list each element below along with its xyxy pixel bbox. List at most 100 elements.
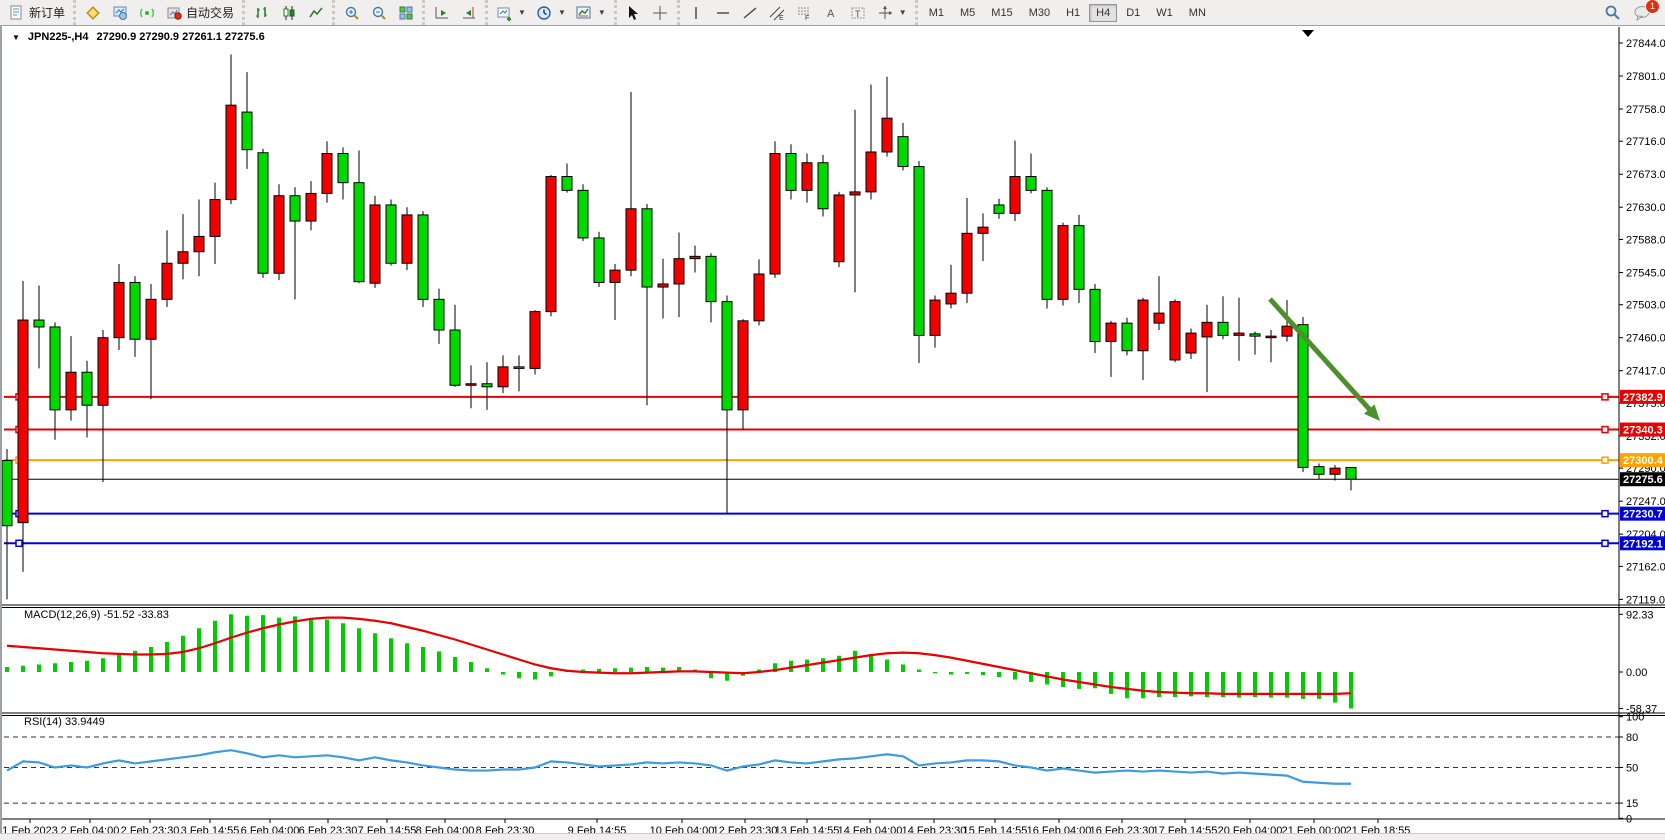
macd-bar: [85, 661, 89, 672]
price-tick: 27417.0: [1626, 366, 1665, 378]
arrows-button[interactable]: ▼: [872, 2, 912, 24]
tf-m30-button[interactable]: M30: [1022, 4, 1057, 22]
macd-bar: [261, 615, 265, 672]
cursor-arrow-icon: [625, 5, 642, 21]
macd-bar: [1077, 672, 1081, 689]
vertical-line-button[interactable]: [683, 2, 710, 24]
candle-body-bull: [546, 177, 556, 312]
candle-body-bull: [1330, 468, 1340, 474]
tile-windows-icon: [397, 5, 414, 21]
candle-body-bull: [1106, 323, 1116, 341]
auto-scroll-icon: [433, 5, 450, 21]
chart-shift-button[interactable]: [455, 2, 482, 24]
chart-expand-icon[interactable]: ▼: [12, 33, 20, 42]
tf-m1-button[interactable]: M1: [922, 4, 951, 22]
chat-button[interactable]: 1: [1628, 2, 1655, 24]
zoom-in-button[interactable]: [338, 2, 365, 24]
tf-h4-button[interactable]: H4: [1089, 4, 1117, 22]
hline-anchor: [1602, 427, 1608, 433]
candlestick-chart-button[interactable]: [275, 2, 302, 24]
tf-mn-button[interactable]: MN: [1182, 4, 1213, 22]
macd-bar: [629, 668, 633, 672]
text-icon: A: [823, 5, 840, 21]
new-order-button[interactable]: 新订单: [3, 1, 70, 24]
candle-body-bear: [722, 302, 732, 410]
chart-canvas[interactable]: 27844.027801.027758.027716.027673.027630…: [2, 26, 1665, 840]
tile-windows-button[interactable]: [392, 2, 419, 24]
signal-waves-icon: [138, 5, 155, 21]
candle-body-bear: [418, 215, 428, 299]
market-watch-button[interactable]: [106, 2, 133, 24]
candle-body-bear: [82, 372, 92, 405]
candle-body-bear: [1090, 289, 1100, 341]
trendline-button[interactable]: [737, 2, 764, 24]
text-label-button[interactable]: T: [845, 2, 872, 24]
rsi-label: RSI(14) 33.9449: [24, 716, 105, 728]
tf-w1-button[interactable]: W1: [1149, 4, 1180, 22]
price-tick: 27503.0: [1626, 300, 1665, 312]
macd-bar: [53, 663, 57, 672]
price-tick: 27844.0: [1626, 38, 1665, 50]
line-chart-button[interactable]: [302, 2, 329, 24]
candle-body-bear: [578, 190, 588, 238]
price-tick: 27460.0: [1626, 333, 1665, 345]
macd-bar: [197, 628, 201, 672]
candle-body-bull: [962, 233, 972, 293]
candle-body-bull: [1138, 300, 1148, 351]
period-button[interactable]: ▼: [531, 2, 571, 24]
macd-bar: [981, 672, 985, 675]
candle-body-bull: [1266, 336, 1276, 338]
auto-scroll-button[interactable]: [428, 2, 455, 24]
gold-diamond-icon: [84, 5, 101, 21]
mt4-window: 新订单 自动交易: [0, 0, 1665, 840]
zoom-in-icon: [343, 5, 360, 21]
new-chart-button[interactable]: ▼: [491, 2, 531, 24]
auto-trading-label: 自动交易: [186, 4, 234, 21]
bar-chart-button[interactable]: [248, 2, 275, 24]
metaeditor-button[interactable]: [79, 2, 106, 24]
macd-bar: [837, 656, 841, 672]
price-tick: 27162.0: [1626, 561, 1665, 573]
chevron-down-icon: ▼: [598, 8, 606, 17]
candle-body-bull: [866, 152, 876, 192]
price-tick: 27247.0: [1626, 496, 1665, 508]
equidistant-channel-button[interactable]: E: [764, 2, 791, 24]
tf-m5-button[interactable]: M5: [953, 4, 982, 22]
tf-d1-button[interactable]: D1: [1119, 4, 1147, 22]
horizontal-line-button[interactable]: [710, 2, 737, 24]
rsi-tick: 0: [1626, 813, 1632, 825]
macd-bar: [501, 672, 505, 675]
chart-ohlc-values: 27290.9 27290.9 27261.1 27275.6: [96, 31, 264, 43]
macd-tick: 92.33: [1626, 609, 1654, 621]
hline-anchor: [16, 540, 22, 546]
macd-bar: [965, 672, 969, 674]
signals-button[interactable]: [133, 2, 160, 24]
macd-bar: [869, 655, 873, 673]
rsi-tick: 100: [1626, 712, 1644, 724]
tf-h1-button[interactable]: H1: [1059, 4, 1087, 22]
macd-bar: [245, 616, 249, 672]
template-button[interactable]: ▼: [571, 2, 611, 24]
text-button[interactable]: A: [818, 2, 845, 24]
search-button[interactable]: [1599, 2, 1626, 24]
macd-bar: [325, 620, 329, 673]
price-tick: 27758.0: [1626, 104, 1665, 116]
fibonacci-button[interactable]: F: [791, 2, 818, 24]
candle-body-bull: [402, 215, 412, 263]
cursor-button[interactable]: [620, 2, 647, 24]
arrows-icon: [877, 5, 894, 21]
candle-body-bull: [1058, 226, 1068, 300]
svg-text:27275.6: 27275.6: [1623, 474, 1663, 486]
crosshair-button[interactable]: [647, 2, 674, 24]
candle-body-bull: [754, 274, 764, 321]
zoom-out-button[interactable]: [365, 2, 392, 24]
tf-m15-button[interactable]: M15: [984, 4, 1019, 22]
macd-bar: [437, 651, 441, 672]
macd-bar: [469, 662, 473, 672]
candle-body-bear: [1298, 325, 1308, 468]
candle-body-bear: [1042, 190, 1052, 299]
channel-icon: E: [769, 5, 786, 21]
auto-trading-button[interactable]: 自动交易: [160, 1, 239, 24]
candle-body-bear: [1026, 177, 1036, 191]
macd-label: MACD(12,26,9) -51.52 -33.83: [24, 609, 169, 621]
